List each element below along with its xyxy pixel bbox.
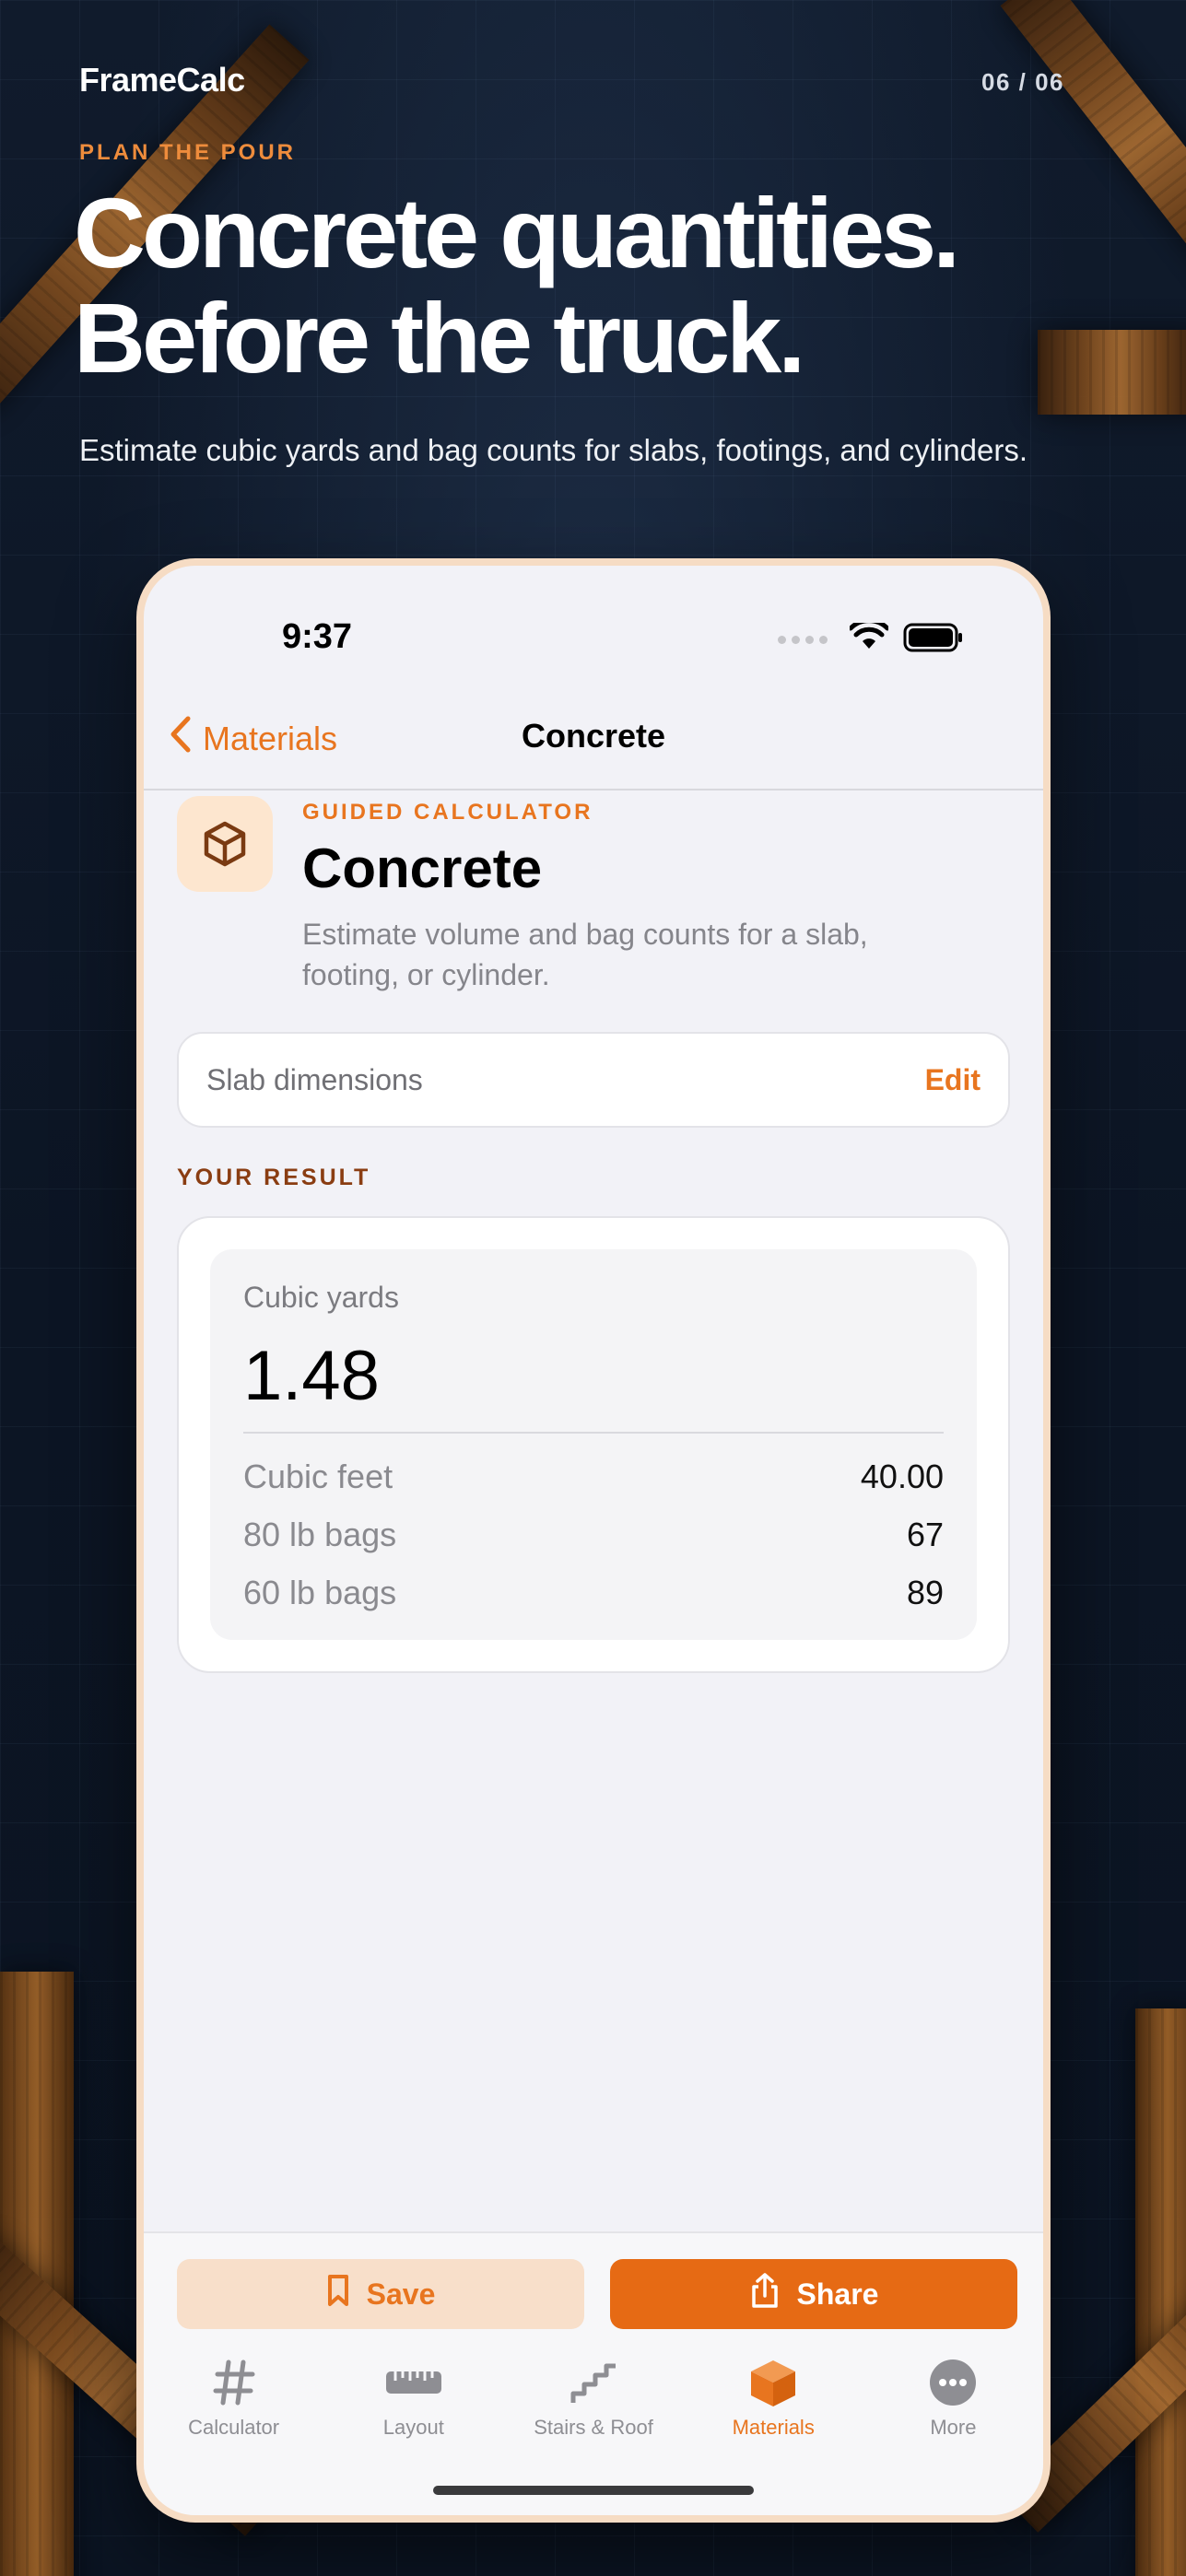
box-icon (747, 2357, 799, 2408)
slab-dimensions-label: Slab dimensions (206, 1063, 423, 1096)
cubic-yards-value: 1.48 (243, 1337, 380, 1415)
save-label: Save (366, 2277, 436, 2311)
tab-bar: Calculator Layout Stairs & Roof Material… (144, 2357, 1043, 2458)
result-row-value: 40.00 (860, 1458, 944, 1495)
result-panel: Cubic yards 1.48 Cubic feet 40.00 80 lb … (210, 1249, 977, 1640)
status-time: 9:37 (282, 617, 353, 656)
share-button[interactable]: Share (610, 2259, 1017, 2329)
bottom-toolbar: Save Share Calculator Layout Stairs & Ro… (144, 2231, 1043, 2515)
brand-name: FrameCalc (79, 61, 245, 99)
tab-calculator[interactable]: Calculator (144, 2357, 323, 2458)
tab-more[interactable]: More (863, 2357, 1043, 2458)
share-icon (749, 2272, 781, 2316)
bookmark-icon (326, 2274, 350, 2314)
more-icon (929, 2357, 977, 2408)
divider (243, 1432, 944, 1434)
stairs-icon (568, 2357, 619, 2408)
promo-headline: Concrete quantities. Before the truck. (74, 181, 1133, 391)
tab-materials[interactable]: Materials (684, 2357, 863, 2458)
calculator-eyebrow: GUIDED CALCULATOR (302, 800, 593, 825)
status-icons (778, 618, 964, 657)
tab-stairs-roof[interactable]: Stairs & Roof (503, 2357, 683, 2458)
page-title: Concrete (521, 717, 666, 755)
headline-line-2: Before the truck. (74, 282, 805, 393)
share-label: Share (796, 2277, 879, 2311)
result-card: Cubic yards 1.48 Cubic feet 40.00 80 lb … (177, 1216, 1010, 1673)
hash-icon (212, 2357, 256, 2408)
wood-post-right (1135, 2008, 1186, 2576)
result-row: 80 lb bags 67 (243, 1516, 944, 1554)
edit-button[interactable]: Edit (925, 1063, 981, 1097)
page-counter: 06 / 06 (981, 68, 1064, 96)
navigation-bar: Materials Concrete (144, 702, 1043, 790)
tab-label: Stairs & Roof (534, 2416, 653, 2439)
phone-frame: 9:37 Materials Concrete GUIDED CALCULATO… (136, 558, 1051, 2523)
save-button[interactable]: Save (177, 2259, 584, 2329)
tab-label: Calculator (188, 2416, 280, 2439)
result-row-label: Cubic feet (243, 1458, 393, 1495)
tab-label: Layout (382, 2416, 444, 2439)
calculator-title: Concrete (302, 837, 543, 899)
home-indicator (433, 2486, 754, 2495)
tab-label: More (930, 2416, 977, 2439)
promo-subline: Estimate cubic yards and bag counts for … (79, 433, 1028, 467)
battery-icon (903, 623, 964, 657)
result-row: 60 lb bags 89 (243, 1574, 944, 1612)
cube-icon (177, 796, 273, 892)
result-row-value: 67 (906, 1516, 944, 1553)
tab-label: Materials (732, 2416, 815, 2439)
headline-line-1: Concrete quantities. (74, 177, 960, 288)
promo-eyebrow: PLAN THE POUR (79, 140, 297, 165)
result-row-label: 80 lb bags (243, 1516, 397, 1553)
calculator-description: Estimate volume and bag counts for a sla… (302, 918, 868, 991)
cubic-yards-label: Cubic yards (243, 1281, 399, 1314)
signal-dots-icon (778, 636, 828, 644)
result-section-label: YOUR RESULT (177, 1165, 371, 1190)
wifi-icon (848, 618, 890, 657)
ruler-icon (384, 2357, 443, 2408)
tab-layout[interactable]: Layout (323, 2357, 503, 2458)
slab-dimensions-row[interactable]: Slab dimensions Edit (177, 1032, 1010, 1128)
result-row-label: 60 lb bags (243, 1574, 397, 1611)
result-row-value: 89 (906, 1574, 944, 1611)
result-row: Cubic feet 40.00 (243, 1458, 944, 1496)
